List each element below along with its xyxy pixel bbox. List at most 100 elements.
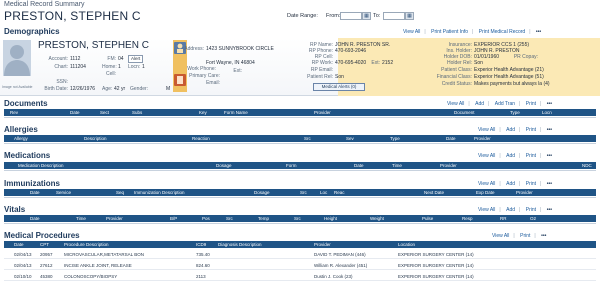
add-link[interactable]: Add [506, 127, 515, 133]
column-header[interactable]: CPT [40, 241, 49, 248]
column-header[interactable]: Temp [258, 215, 269, 222]
column-header[interactable]: Date [14, 241, 24, 248]
add-link[interactable]: Add [506, 153, 515, 159]
column-header[interactable]: Src [226, 215, 233, 222]
column-header[interactable]: Date [70, 109, 80, 116]
column-header[interactable]: Dosage [254, 189, 270, 196]
column-header[interactable]: Reac [334, 189, 345, 196]
column-header[interactable]: Provider [314, 109, 331, 116]
column-header[interactable]: Resp [462, 215, 473, 222]
location-cell: EXPERIOR SURGERY CENTER (14) [398, 263, 474, 268]
column-header[interactable]: Date [446, 135, 456, 142]
column-header[interactable]: B/P [170, 215, 177, 222]
add-link[interactable]: Add [506, 181, 515, 187]
calendar-icon[interactable]: ▦ [405, 12, 414, 20]
more-options-icon[interactable]: ••• [547, 207, 552, 213]
procedures-title: Medical Procedures [4, 231, 80, 240]
medical-alerts-button[interactable]: Medical Alerts (0) [313, 83, 365, 91]
column-header[interactable]: Document [454, 109, 475, 116]
view-all-link[interactable]: View All [478, 181, 495, 187]
alert-button[interactable]: Alert [128, 55, 144, 63]
print-link[interactable]: Print [526, 153, 536, 159]
view-all-link[interactable]: View All [478, 127, 495, 133]
add-link[interactable]: Add [475, 101, 484, 107]
more-options-icon[interactable]: ••• [536, 29, 541, 35]
column-header[interactable]: Exp Date [476, 189, 495, 196]
column-header[interactable]: RR [500, 215, 507, 222]
column-header[interactable]: Form [286, 162, 297, 169]
column-header[interactable]: Time [76, 215, 86, 222]
column-header[interactable]: Pulse [422, 215, 433, 222]
column-header[interactable]: Locn [542, 109, 552, 116]
print-link[interactable]: Print [526, 101, 536, 107]
column-header[interactable]: ICD9 [196, 241, 206, 248]
column-header[interactable]: Provider [474, 135, 491, 142]
view-all-link[interactable]: View All [478, 207, 495, 213]
more-options-icon[interactable]: ••• [547, 101, 552, 107]
column-header[interactable]: Service [56, 189, 71, 196]
column-header[interactable]: Procedure Description [64, 241, 109, 248]
add-link[interactable]: Add [506, 207, 515, 213]
column-header[interactable]: Src [304, 135, 311, 142]
column-header[interactable]: NDC [582, 162, 592, 169]
column-header[interactable]: O2 [530, 215, 536, 222]
more-options-icon[interactable]: ••• [541, 233, 546, 239]
allergies-header: Allergy Description Reaction Src Sev Typ… [4, 135, 596, 142]
more-options-icon[interactable]: ••• [547, 153, 552, 159]
column-header[interactable]: Seq [116, 189, 124, 196]
column-header[interactable]: Next Date [424, 189, 444, 196]
column-header[interactable]: Provider [516, 189, 533, 196]
more-options-icon[interactable]: ••• [547, 181, 552, 187]
print-link[interactable]: Print [526, 181, 536, 187]
column-header[interactable]: Loc [320, 189, 327, 196]
column-header[interactable]: Pos [202, 215, 210, 222]
column-header[interactable]: Subs [132, 109, 142, 116]
table-row[interactable]: 02/10/10 45380 COLONOSCOPY/BIOPSY 2113 D… [4, 272, 596, 281]
column-header[interactable]: Rev [10, 109, 18, 116]
column-header[interactable]: Location [398, 241, 415, 248]
to-date-input[interactable] [383, 12, 405, 20]
patient-rel-value: Son [335, 74, 344, 80]
view-all-link[interactable]: View All [403, 29, 420, 35]
column-header[interactable]: Type [390, 135, 400, 142]
print-medical-record-link[interactable]: Print Medical Record [479, 29, 525, 35]
column-header[interactable]: Form Name [224, 109, 248, 116]
column-header[interactable]: Time [392, 162, 402, 169]
column-header[interactable]: Provider [314, 241, 331, 248]
more-options-icon[interactable]: ••• [547, 127, 552, 133]
holder-rel-label: Holder Rel: [446, 60, 472, 66]
column-header[interactable]: Src [300, 189, 307, 196]
column-header[interactable]: Medication Description [18, 162, 64, 169]
column-header[interactable]: Sect [100, 109, 109, 116]
print-link[interactable]: Print [526, 127, 536, 133]
table-row[interactable]: 02/04/13 27612 INCISE ANKLE JOINT, RELEA… [4, 261, 596, 270]
column-header[interactable]: Provider [106, 215, 123, 222]
column-header[interactable]: Height [324, 215, 337, 222]
table-row[interactable]: 02/04/13 20957 MICROVASCULAR,METATARSAL … [4, 250, 596, 259]
column-header[interactable]: Allergy [14, 135, 28, 142]
print-link[interactable]: Print [520, 233, 530, 239]
from-date-input[interactable] [340, 12, 362, 20]
column-header[interactable]: Provider [440, 162, 457, 169]
column-header[interactable]: Diagnosis Description [218, 241, 262, 248]
column-header[interactable]: Sev [346, 135, 354, 142]
print-link[interactable]: Print [526, 207, 536, 213]
column-header[interactable]: Src [294, 215, 301, 222]
add-tran-link[interactable]: Add Tran [495, 101, 515, 107]
column-header[interactable]: Date [30, 215, 40, 222]
column-header[interactable]: Type [510, 109, 520, 116]
column-header[interactable]: Date [354, 162, 364, 169]
column-header[interactable]: Description [84, 135, 107, 142]
view-all-link[interactable]: View All [492, 233, 509, 239]
calendar-icon[interactable]: ▦ [362, 12, 371, 20]
column-header[interactable]: Reaction [192, 135, 210, 142]
print-patient-info-link[interactable]: Print Patient Info [431, 29, 468, 35]
column-header[interactable]: Date [30, 189, 40, 196]
column-header[interactable]: Weight [370, 215, 384, 222]
view-all-link[interactable]: View All [478, 153, 495, 159]
view-all-link[interactable]: View All [447, 101, 464, 107]
column-header[interactable]: Key [199, 109, 207, 116]
documents-header: Rev Date Sect Subs Key Form Name Provide… [4, 109, 596, 116]
column-header[interactable]: Dosage [216, 162, 232, 169]
column-header[interactable]: Immunization Description [134, 189, 185, 196]
